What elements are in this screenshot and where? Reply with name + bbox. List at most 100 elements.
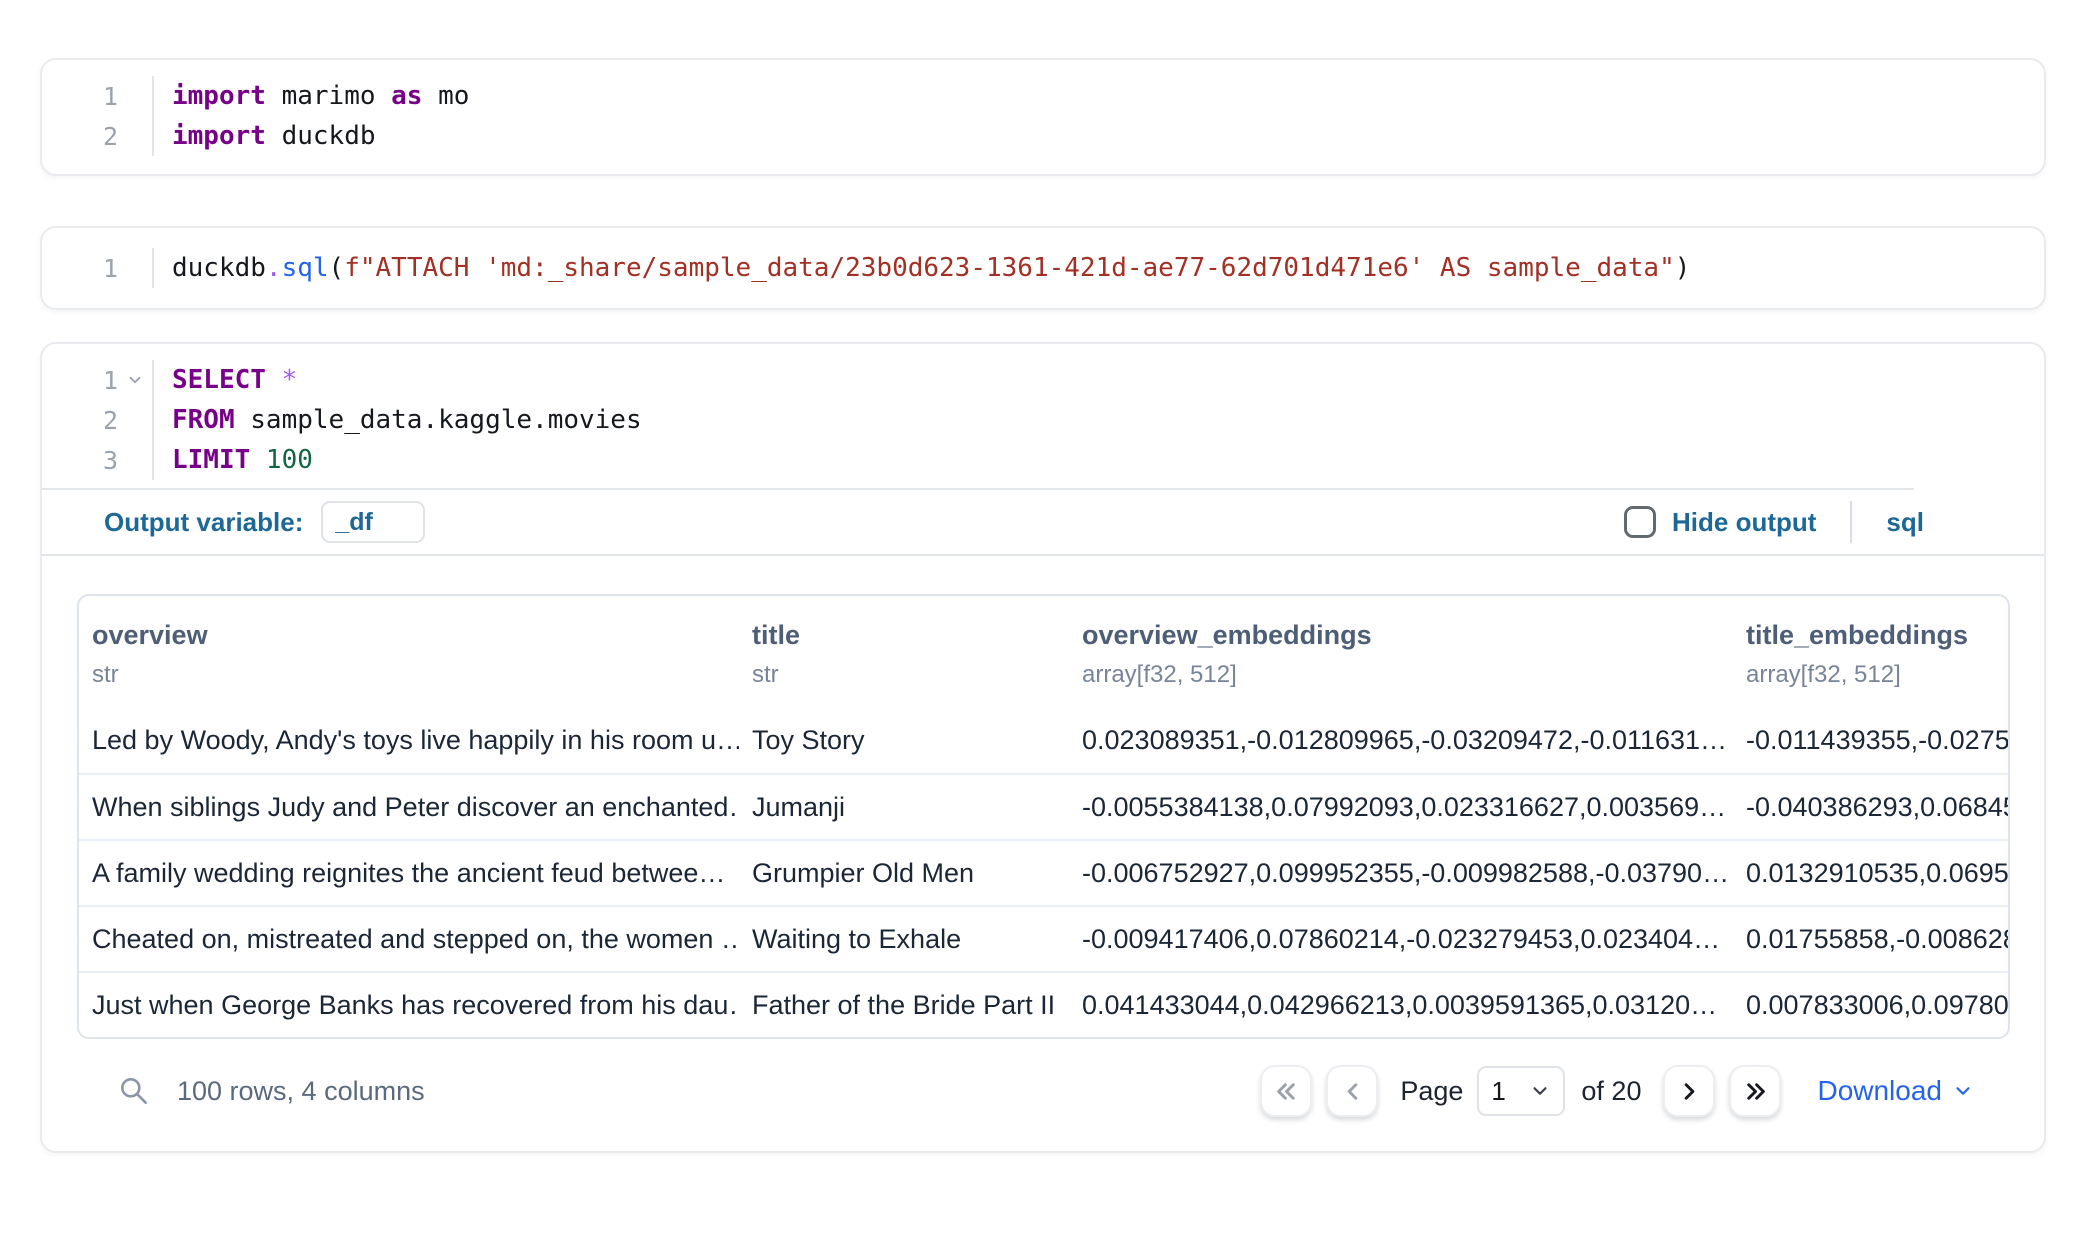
- cell-overview: Led by Woody, Andy's toys live happily i…: [79, 725, 739, 756]
- cell-title: Waiting to Exhale: [739, 924, 1069, 955]
- fold-slot: [118, 116, 152, 156]
- code-token: ): [1675, 253, 1691, 283]
- code-token: duckdb: [266, 121, 376, 151]
- code-line[interactable]: 3 LIMIT 100: [42, 440, 2044, 480]
- fold-slot: [118, 360, 152, 400]
- code-token: (: [329, 253, 345, 283]
- hide-output-label[interactable]: Hide output: [1672, 507, 1816, 538]
- column-dtype: array[f32, 512]: [1746, 661, 2008, 689]
- star-token: *: [266, 365, 297, 395]
- code-text[interactable]: import marimo as mo: [154, 81, 469, 111]
- first-page-button[interactable]: [1260, 1065, 1312, 1117]
- code-token: .: [266, 253, 282, 283]
- page-number-select[interactable]: 1: [1477, 1066, 1565, 1116]
- code-text[interactable]: duckdb.sql(f"ATTACH 'md:_share/sample_da…: [154, 253, 1690, 283]
- line-number: 1: [103, 366, 118, 395]
- cell-title: Jumanji: [739, 792, 1069, 823]
- column-header-overview[interactable]: overview str: [79, 620, 739, 689]
- output-variable-input[interactable]: [321, 501, 425, 543]
- column-name: overview: [92, 620, 739, 651]
- cell-overview: Cheated on, mistreated and stepped on, t…: [79, 924, 739, 955]
- string-token: f"ATTACH 'md:_share/sample_data/23b0d623…: [344, 253, 1675, 283]
- cell-overview: When siblings Judy and Peter discover an…: [79, 792, 739, 823]
- keyword-token: import: [172, 81, 266, 111]
- download-button[interactable]: Download: [1817, 1075, 1974, 1107]
- column-name: title_embeddings: [1746, 620, 2008, 651]
- keyword-token: import: [172, 121, 266, 151]
- code-line[interactable]: 2 import duckdb: [42, 116, 2044, 156]
- code-text[interactable]: FROM sample_data.kaggle.movies: [154, 405, 642, 435]
- table-row[interactable]: Cheated on, mistreated and stepped on, t…: [79, 905, 2008, 971]
- line-number: 2: [103, 122, 118, 151]
- search-icon[interactable]: [117, 1074, 151, 1108]
- keyword-token: FROM: [172, 405, 235, 435]
- table-row[interactable]: Led by Woody, Andy's toys live happily i…: [79, 707, 2008, 773]
- fold-slot: [118, 400, 152, 440]
- table-footer: 100 rows, 4 columns Page 1 of 20: [77, 1039, 2010, 1151]
- column-header-overview-embeddings[interactable]: overview_embeddings array[f32, 512]: [1069, 620, 1733, 689]
- last-page-button[interactable]: [1729, 1065, 1781, 1117]
- column-dtype: array[f32, 512]: [1082, 661, 1733, 689]
- chevron-right-icon: [1676, 1078, 1703, 1105]
- chevron-down-icon: [1952, 1080, 1974, 1102]
- line-number-gutter: 1: [42, 248, 154, 288]
- page-total-label: of 20: [1581, 1076, 1641, 1107]
- page-number-value: 1: [1491, 1076, 1505, 1107]
- chevrons-right-icon: [1742, 1078, 1769, 1105]
- cell-overview: Just when George Banks has recovered fro…: [79, 990, 739, 1021]
- table-row[interactable]: A family wedding reignites the ancient f…: [79, 839, 2008, 905]
- dataframe-table: overview str title str overview_embeddin…: [77, 594, 2010, 1039]
- output-bar-controls: Hide output sql: [1624, 501, 1924, 543]
- cell-title-embeddings: 0.007833006,0.097801: [1733, 990, 2008, 1021]
- code-line[interactable]: 2 FROM sample_data.kaggle.movies: [42, 400, 2044, 440]
- cell-overview-embeddings: -0.006752927,0.099952355,-0.009982588,-0…: [1069, 858, 1733, 889]
- line-number: 2: [103, 406, 118, 435]
- table-row[interactable]: When siblings Judy and Peter discover an…: [79, 773, 2008, 839]
- code-line[interactable]: 1 import marimo as mo: [42, 76, 2044, 116]
- code-text[interactable]: SELECT *: [154, 365, 297, 395]
- line-number: 1: [103, 254, 118, 283]
- column-name: title: [752, 620, 1069, 651]
- code-text[interactable]: LIMIT 100: [154, 445, 313, 475]
- column-header-title-embeddings[interactable]: title_embeddings array[f32, 512]: [1733, 620, 2008, 689]
- sql-cell[interactable]: 1 SELECT * 2 FROM sample_data.kaggle.mov…: [40, 342, 2046, 1153]
- column-header-title[interactable]: title str: [739, 620, 1069, 689]
- vertical-divider: [1850, 501, 1852, 543]
- cell-overview-embeddings: 0.041433044,0.042966213,0.0039591365,0.0…: [1069, 990, 1733, 1021]
- code-cell-attach[interactable]: 1 duckdb.sql(f"ATTACH 'md:_share/sample_…: [40, 226, 2046, 310]
- keyword-token: SELECT: [172, 365, 266, 395]
- line-number-gutter: 1: [42, 360, 154, 400]
- column-name: overview_embeddings: [1082, 620, 1733, 651]
- column-dtype: str: [92, 661, 739, 689]
- next-page-button[interactable]: [1663, 1065, 1715, 1117]
- fold-slot: [118, 76, 152, 116]
- cell-overview: A family wedding reignites the ancient f…: [79, 858, 739, 889]
- table-header-row: overview str title str overview_embeddin…: [79, 596, 2008, 707]
- row-count-summary: 100 rows, 4 columns: [177, 1076, 425, 1107]
- download-label: Download: [1817, 1075, 1942, 1107]
- chevron-left-icon: [1339, 1078, 1366, 1105]
- code-line[interactable]: 1 duckdb.sql(f"ATTACH 'md:_share/sample_…: [42, 248, 2044, 288]
- previous-page-button[interactable]: [1326, 1065, 1378, 1117]
- code-line[interactable]: 1 SELECT *: [42, 360, 2044, 400]
- cell-overview-embeddings: -0.0055384138,0.07992093,0.023316627,0.0…: [1069, 792, 1733, 823]
- cell-title: Father of the Bride Part II: [739, 990, 1069, 1021]
- fold-slot: [118, 440, 152, 480]
- method-token: sql: [282, 253, 329, 283]
- cell-title-embeddings: 0.01755858,-0.0086286: [1733, 924, 2008, 955]
- line-number-gutter: 2: [42, 400, 154, 440]
- output-variable-label: Output variable:: [104, 507, 303, 538]
- cell-overview-embeddings: -0.009417406,0.07860214,-0.023279453,0.0…: [1069, 924, 1733, 955]
- code-cell-imports[interactable]: 1 import marimo as mo 2 import duckdb: [40, 58, 2046, 176]
- cell-output-area: overview str title str overview_embeddin…: [42, 556, 2044, 1151]
- code-token: marimo: [266, 81, 391, 111]
- fold-chevron-down-icon[interactable]: [126, 371, 144, 389]
- chevron-down-icon: [1529, 1080, 1551, 1102]
- pagination-controls: Page 1 of 20 Download: [1260, 1065, 1974, 1117]
- page-label: Page: [1400, 1076, 1463, 1107]
- code-token: sample_data.kaggle.movies: [235, 405, 642, 435]
- hide-output-checkbox[interactable]: [1624, 506, 1656, 538]
- language-badge: sql: [1886, 507, 1924, 538]
- code-text[interactable]: import duckdb: [154, 121, 376, 151]
- table-row[interactable]: Just when George Banks has recovered fro…: [79, 971, 2008, 1037]
